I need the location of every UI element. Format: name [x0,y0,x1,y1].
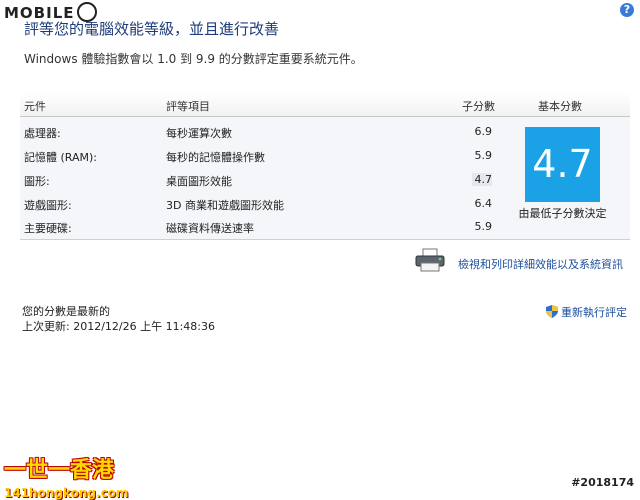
status-last-updated: 上次更新: 2012/12/26 上午 11:48:36 [22,320,215,333]
header-basescore: 基本分數 [538,100,582,113]
table-row: 圖形: 桌面圖形效能 4.7 [20,169,500,192]
header-rating: 評等項目 [166,100,210,113]
rating-item: 3D 商業和遊戲圖形效能 [166,199,284,212]
component-name: 主要硬碟: [24,222,72,235]
view-print-details-link[interactable]: 檢視和列印詳細效能以及系統資訊 [458,256,623,272]
rating-item: 每秒運算次數 [166,127,232,140]
table-body: 處理器: 每秒運算次數 6.9 記憶體 (RAM): 每秒的記憶體操作數 5.9… [20,117,630,240]
rerun-label: 重新執行評定 [561,306,627,319]
score-status: 您的分數是最新的 上次更新: 2012/12/26 上午 11:48:36 [22,304,215,334]
site-watermark: 一世一香港 141hongkong.com [4,452,128,500]
rerun-assessment-link[interactable]: 重新執行評定 [546,304,627,320]
status-current: 您的分數是最新的 [22,305,110,318]
shield-icon [546,305,558,318]
component-name: 遊戲圖形: [24,199,72,212]
table-row: 處理器: 每秒運算次數 6.9 [20,121,500,144]
subscore: 6.4 [474,197,493,210]
subscore: 5.9 [474,220,493,233]
base-score-caption: 由最低子分數決定 [518,207,607,220]
table-row: 記憶體 (RAM): 每秒的記憶體操作數 5.9 [20,145,500,168]
rating-item: 每秒的記憶體操作數 [166,151,265,164]
subtitle: Windows 體驗指數會以 1.0 到 9.9 的分數評定重要系統元件。 [24,52,363,66]
subscore: 6.9 [474,125,493,138]
table-row: 遊戲圖形: 3D 商業和遊戲圖形效能 6.4 [20,193,500,216]
brand-url: 141hongkong.com [4,486,129,500]
rating-item: 磁碟資料傳送速率 [166,222,254,235]
post-id: #2018174 [571,476,634,489]
base-score-box: 4.7 [525,127,600,202]
rating-item: 桌面圖形效能 [166,175,232,188]
header-subscore: 子分數 [462,100,495,113]
component-name: 記憶體 (RAM): [24,151,97,164]
printer-icon [415,248,445,272]
brand-text: 一世一香港 [4,458,115,483]
subscore: 5.9 [474,149,493,162]
component-name: 圖形: [24,175,50,188]
table-header: 元件 評等項目 子分數 基本分數 [20,92,630,117]
page-title: 評等您的電腦效能等級，並且進行改善 [24,20,280,38]
header-component: 元件 [24,100,46,113]
subscore: 4.7 [472,173,492,186]
help-icon[interactable]: ? [620,3,634,17]
table-row: 主要硬碟: 磁碟資料傳送速率 5.9 [20,216,500,239]
score-table: 元件 評等項目 子分數 基本分數 處理器: 每秒運算次數 6.9 記憶體 (RA… [20,92,630,240]
component-name: 處理器: [24,127,61,140]
